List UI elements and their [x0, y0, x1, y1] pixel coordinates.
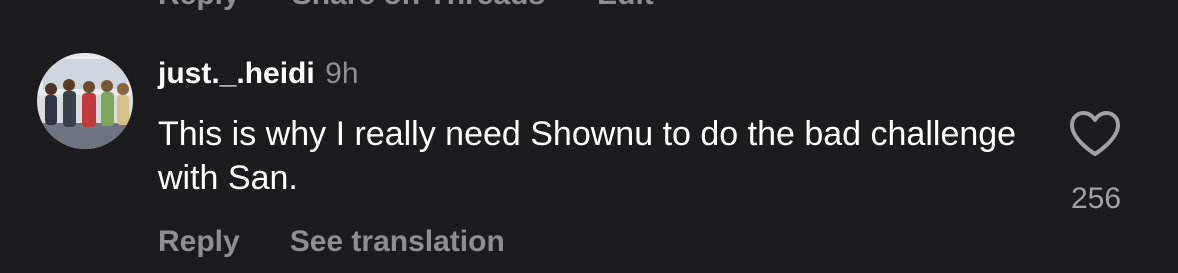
like-count: 256	[1070, 182, 1122, 215]
see-translation-button[interactable]: See translation	[290, 222, 505, 262]
previous-comment-actions: Reply Share on Threads Edit	[158, 0, 654, 12]
avatar-photo-icon	[37, 53, 133, 149]
avatar[interactable]	[37, 53, 133, 149]
timestamp: 9h	[325, 57, 359, 90]
comment-actions: Reply See translation	[158, 222, 505, 262]
like-button[interactable]	[1068, 110, 1122, 158]
previous-edit-link[interactable]: Edit	[597, 0, 654, 12]
comment-header: just._.heidi 9h	[158, 56, 359, 97]
reply-button[interactable]: Reply	[158, 222, 240, 262]
comment-text: This is why I really need Shownu to do t…	[158, 115, 1017, 197]
previous-reply-link[interactable]: Reply	[158, 0, 240, 12]
heart-outline-icon	[1070, 111, 1120, 156]
username[interactable]: just._.heidi	[158, 57, 315, 90]
previous-share-on-threads-link[interactable]: Share on Threads	[292, 0, 545, 12]
